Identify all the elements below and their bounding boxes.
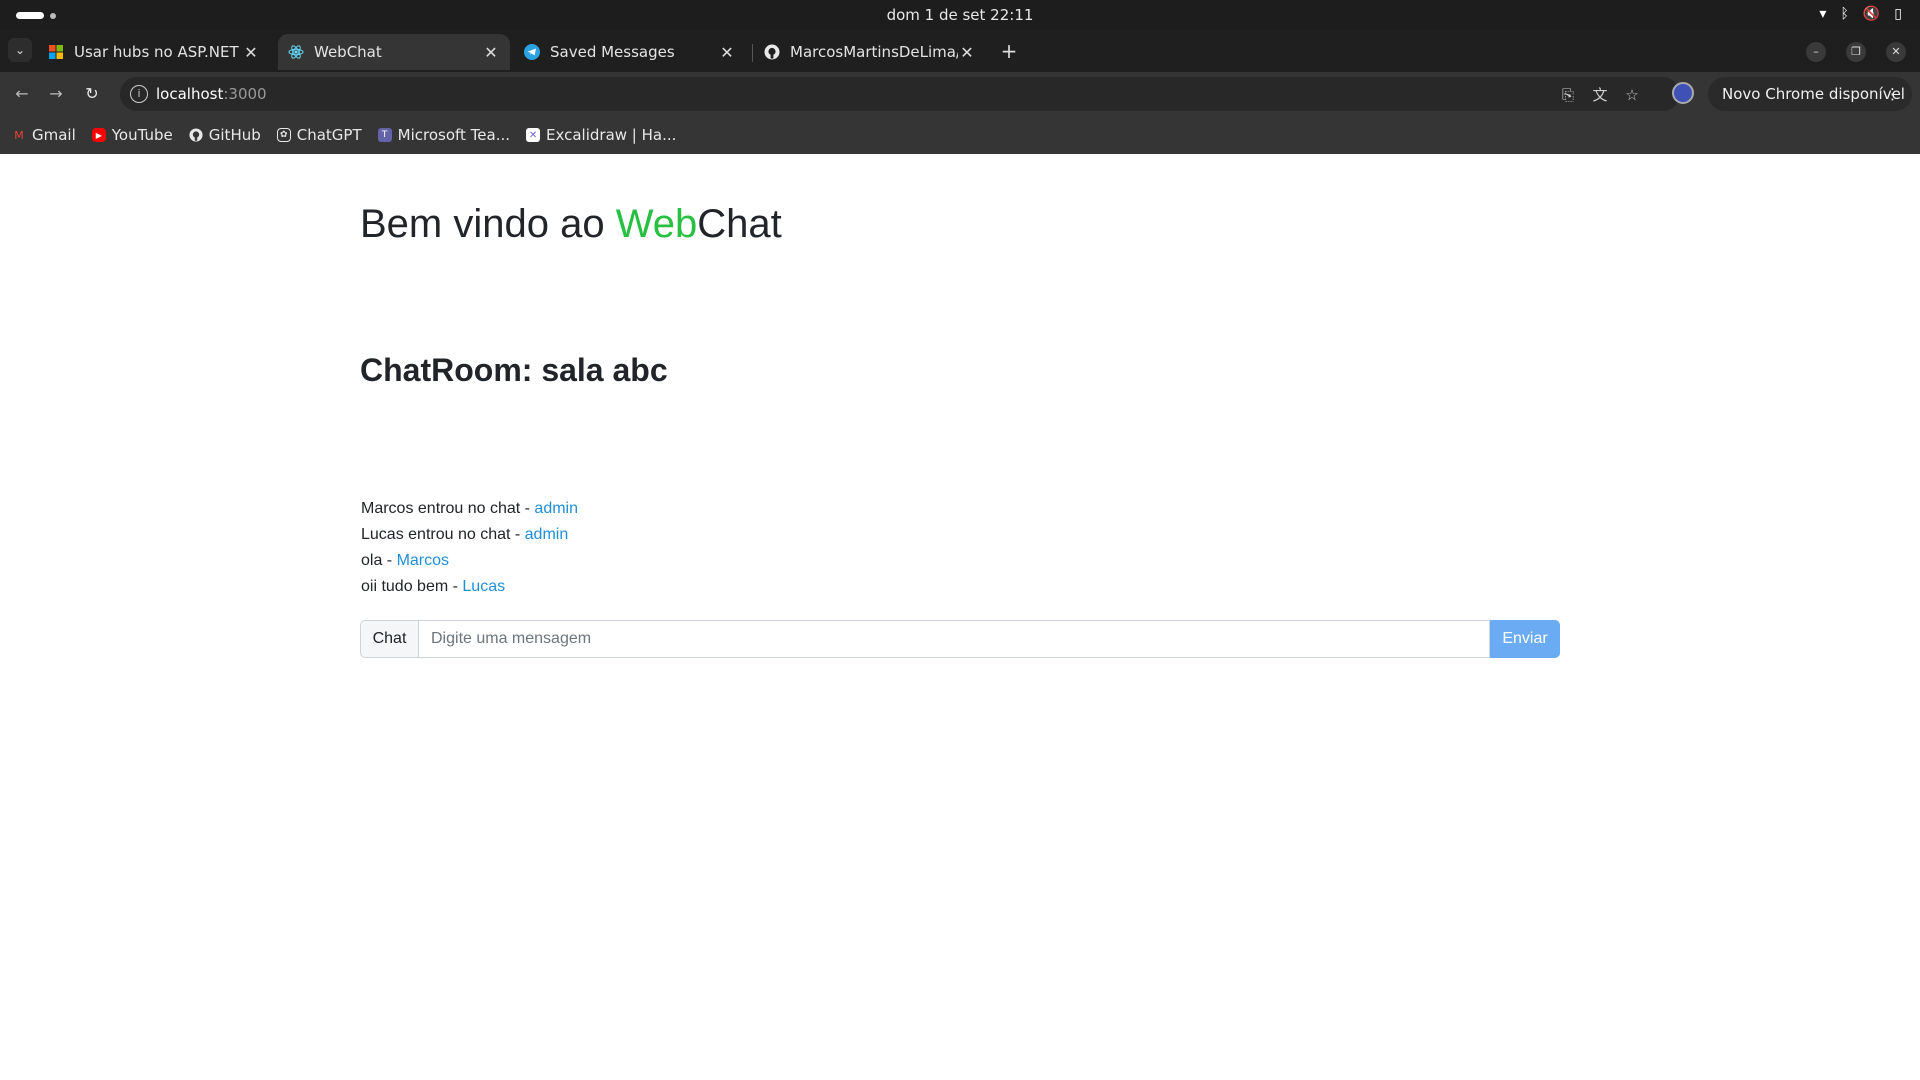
github-icon [189, 128, 203, 142]
chat-form: Chat Enviar [360, 620, 1560, 658]
bookmark-label: GitHub [208, 126, 261, 144]
chatroom-title: ChatRoom: sala abc [360, 352, 668, 388]
bookmark-gmail[interactable]: M Gmail [12, 126, 76, 144]
message-item: ola - Marcos [361, 552, 450, 569]
chrome-update-button[interactable]: Novo Chrome disponível ⋮ [1708, 77, 1912, 111]
battery-icon: ▯ [1894, 6, 1902, 22]
message-item: Marcos entrou no chat - admin [361, 500, 578, 517]
url-text[interactable]: localhost:3000 [156, 85, 267, 103]
browser-toolbar: ← → ↻ i localhost:3000 ⎘ 文 ☆ Novo Chrome… [0, 72, 1920, 116]
close-icon[interactable]: ✕ [718, 43, 736, 62]
bookmark-label: ChatGPT [296, 126, 362, 144]
volume-muted-icon: 🔇 [1862, 6, 1881, 22]
tab-github-repo[interactable]: MarcosMartinsDeLima/W ✕ [754, 34, 986, 70]
update-label: Novo Chrome disponível [1722, 85, 1905, 103]
chatgpt-icon: ✿ [276, 128, 291, 142]
message-user: admin [524, 526, 569, 543]
forward-button[interactable]: → [44, 82, 68, 106]
system-tray[interactable]: ▾ ᛒ 🔇 ▯ [1819, 6, 1902, 22]
bookmarks-bar: M Gmail ▶ YouTube GitHub ✿ ChatGPT T Mic… [0, 116, 1920, 154]
react-icon [288, 44, 304, 60]
tab-search-button[interactable]: ⌄ [8, 38, 32, 62]
send-button[interactable]: Enviar [1490, 620, 1560, 658]
close-icon[interactable]: ✕ [482, 43, 500, 62]
wifi-icon: ▾ [1819, 6, 1827, 22]
close-icon[interactable]: ✕ [958, 43, 976, 62]
message-list: Marcos entrou no chat - admin Lucas entr… [361, 496, 578, 600]
tab-title: Usar hubs no ASP.NET Co [74, 43, 242, 61]
webchat-page: Bem vindo ao WebChat ChatRoom: sala abc … [0, 154, 1920, 1080]
bookmark-youtube[interactable]: ▶ YouTube [91, 126, 173, 144]
bookmark-star-icon[interactable]: ☆ [1622, 85, 1642, 105]
restore-button[interactable]: ❐ [1846, 42, 1866, 62]
bookmark-chatgpt[interactable]: ✿ ChatGPT [276, 126, 362, 144]
bluetooth-icon: ᛒ [1840, 6, 1849, 22]
bookmark-teams[interactable]: T Microsoft Tea... [377, 126, 511, 144]
tab-usar-hubs[interactable]: Usar hubs no ASP.NET Co ✕ [38, 34, 270, 70]
github-icon [764, 44, 780, 60]
message-user: admin [534, 500, 578, 517]
tab-title: Saved Messages [550, 43, 675, 61]
back-button[interactable]: ← [10, 82, 34, 106]
tab-webchat[interactable]: WebChat ✕ [278, 34, 510, 70]
youtube-icon: ▶ [91, 128, 106, 142]
install-app-icon[interactable]: ⎘ [1558, 85, 1578, 105]
more-menu-icon: ⋮ [1885, 85, 1900, 103]
microsoft-icon [48, 44, 64, 60]
tab-strip: ⌄ Usar hubs no ASP.NET Co ✕ WebChat ✕ Sa… [0, 30, 1920, 72]
chat-input-label: Chat [360, 620, 418, 658]
address-bar[interactable]: i localhost:3000 ⎘ 文 ☆ [120, 77, 1680, 111]
bookmark-label: Gmail [32, 126, 76, 144]
tab-title: WebChat [314, 43, 382, 61]
system-top-bar: dom 1 de set 22:11 ▾ ᛒ 🔇 ▯ [0, 0, 1920, 30]
message-input[interactable] [418, 620, 1490, 658]
window-close-button[interactable]: ✕ [1886, 42, 1906, 62]
translate-icon[interactable]: 文 [1590, 85, 1610, 105]
system-clock[interactable]: dom 1 de set 22:11 [0, 6, 1920, 24]
gmail-icon: M [14, 128, 24, 142]
profile-avatar[interactable] [1672, 82, 1694, 104]
reload-button[interactable]: ↻ [80, 82, 104, 106]
message-user: Marcos [396, 552, 450, 569]
telegram-icon [524, 44, 540, 60]
title-web-accent: Web [615, 202, 698, 246]
close-icon[interactable]: ✕ [242, 43, 260, 62]
minimize-button[interactable]: – [1806, 42, 1826, 62]
message-user: Lucas [462, 578, 506, 595]
bookmark-label: YouTube [111, 126, 173, 144]
page-title: Bem vindo ao WebChat [360, 202, 782, 246]
bookmark-excalidraw[interactable]: ✕ Excalidraw | Ha... [526, 126, 676, 144]
tab-saved-messages[interactable]: Saved Messages ✕ [514, 34, 746, 70]
message-item: oii tudo bem - Lucas [361, 578, 506, 595]
bookmark-label: Microsoft Tea... [397, 126, 511, 144]
excalidraw-icon: ✕ [526, 128, 541, 142]
new-tab-button[interactable]: + [996, 38, 1022, 64]
site-info-icon[interactable]: i [130, 85, 148, 103]
tab-title: MarcosMartinsDeLima/W [790, 43, 958, 61]
teams-icon: T [377, 128, 392, 142]
bookmark-label: Excalidraw | Ha... [546, 126, 677, 144]
message-item: Lucas entrou no chat - admin [361, 526, 569, 543]
bookmark-github[interactable]: GitHub [189, 126, 261, 144]
tab-separator [752, 44, 753, 62]
